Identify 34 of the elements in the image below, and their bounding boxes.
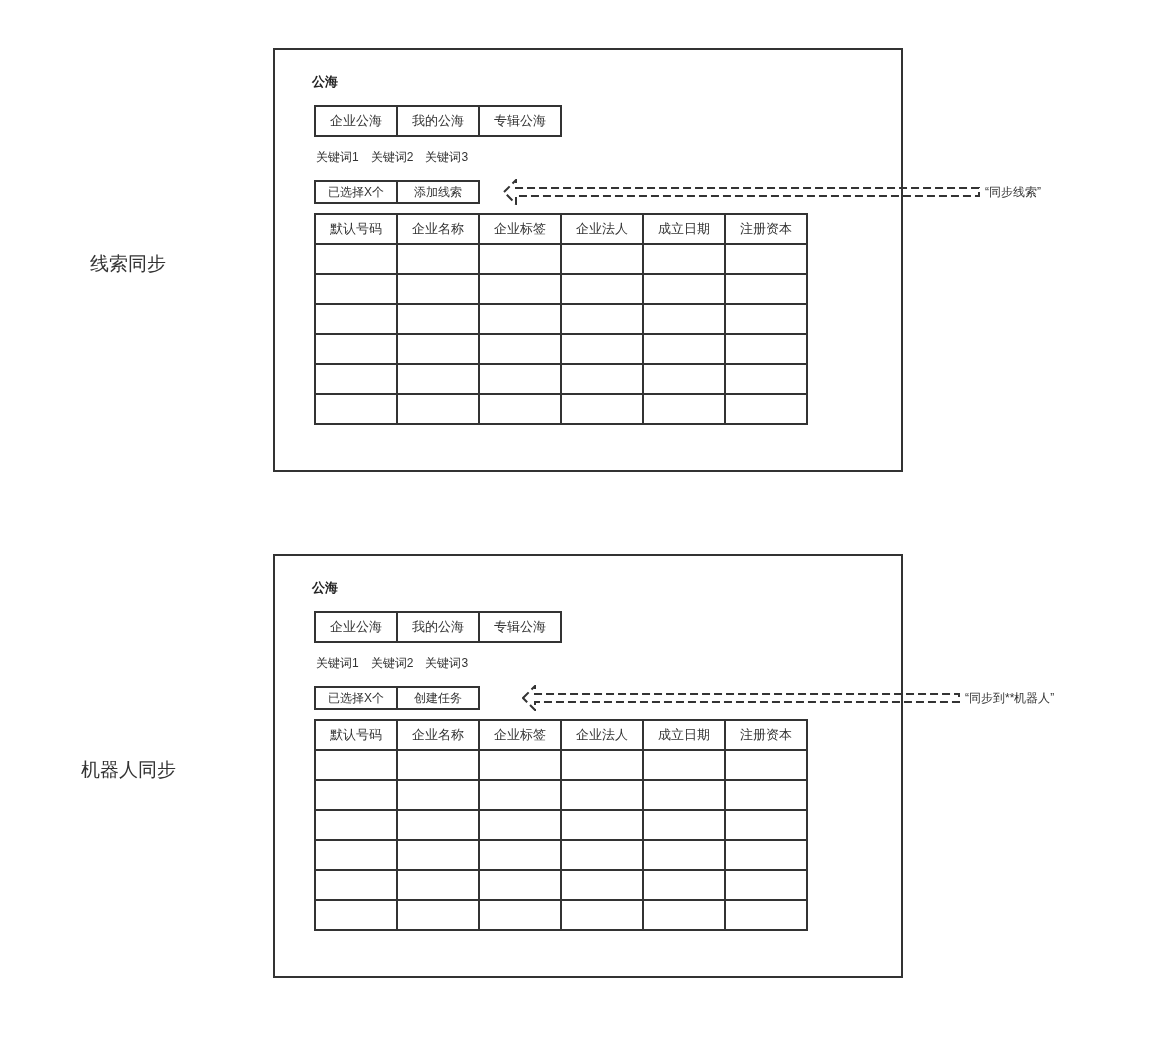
table-header-cell: 企业标签 <box>479 720 561 750</box>
tab[interactable]: 专辑公海 <box>478 105 562 137</box>
keyword-link[interactable]: 关键词1 <box>316 656 359 670</box>
table-header-cell: 成立日期 <box>643 720 725 750</box>
annotation-label: “同步线索” <box>985 183 1041 201</box>
table-header-cell: 企业名称 <box>397 214 479 244</box>
tab[interactable]: 企业公海 <box>314 611 398 643</box>
tab[interactable]: 企业公海 <box>314 105 398 137</box>
tab[interactable]: 专辑公海 <box>478 611 562 643</box>
keyword-link[interactable]: 关键词2 <box>370 656 414 670</box>
table-header-cell: 注册资本 <box>725 214 807 244</box>
keyword-link[interactable]: 关键词3 <box>425 656 469 670</box>
keyword-link[interactable]: 关键词1 <box>316 150 359 164</box>
table-header-cell: 默认号码 <box>315 720 397 750</box>
annotation-label: “同步到**机器人” <box>965 689 1055 707</box>
table-header-cell: 企业法人 <box>561 720 643 750</box>
keyword-link[interactable]: 关键词3 <box>425 150 469 164</box>
section-label: 线索同步 <box>90 252 166 276</box>
action-button[interactable]: 已选择X个 <box>314 686 398 710</box>
table-header-cell: 默认号码 <box>315 214 397 244</box>
table-header-cell: 企业名称 <box>397 720 479 750</box>
keyword-link[interactable]: 关键词2 <box>370 150 414 164</box>
action-button[interactable]: 添加线索 <box>396 180 480 204</box>
table-header-cell: 成立日期 <box>643 214 725 244</box>
table-header-cell: 企业法人 <box>561 214 643 244</box>
tab[interactable]: 我的公海 <box>396 611 480 643</box>
table-header-cell: 企业标签 <box>479 214 561 244</box>
section-label: 机器人同步 <box>80 758 176 782</box>
action-button[interactable]: 已选择X个 <box>314 180 398 204</box>
tab[interactable]: 我的公海 <box>396 105 480 137</box>
panel-title: 公海 <box>312 74 338 90</box>
action-button[interactable]: 创建任务 <box>396 686 480 710</box>
panel-title: 公海 <box>312 580 338 596</box>
table-header-cell: 注册资本 <box>725 720 807 750</box>
